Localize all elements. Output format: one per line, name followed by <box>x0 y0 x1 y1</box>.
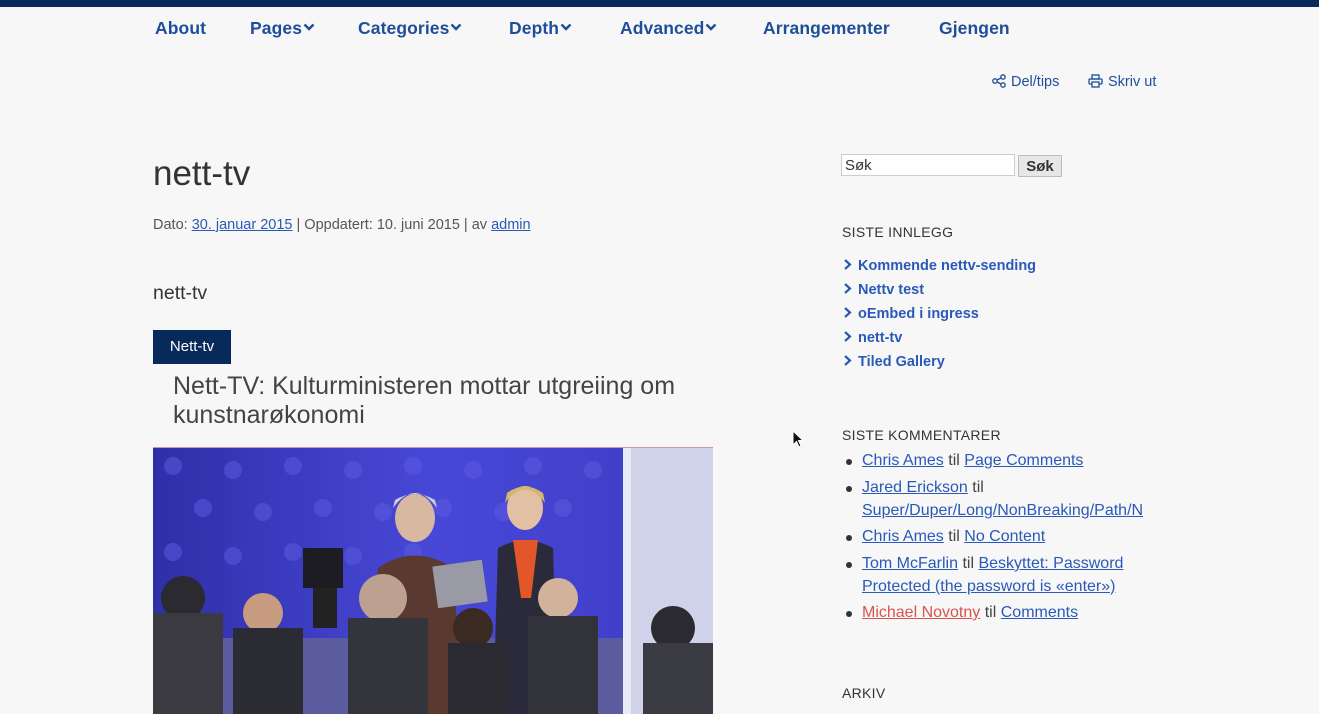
chevron-right-icon <box>843 258 853 274</box>
bullet <box>846 535 852 541</box>
video-still-image <box>153 448 713 714</box>
recent-posts-title: SISTE INNLEGG <box>842 224 954 240</box>
category-badge[interactable]: Nett-tv <box>153 330 231 364</box>
comment-post-link[interactable]: Comments <box>1001 604 1078 621</box>
comment-author-link[interactable]: Chris Ames <box>862 528 944 545</box>
recent-post-link[interactable]: Tiled Gallery <box>843 354 945 370</box>
chevron-down-icon <box>705 21 717 33</box>
chevron-right-icon <box>843 282 853 298</box>
nav-gjengen[interactable]: Gjengen <box>939 18 1010 39</box>
comment-post-link[interactable]: No Content <box>964 528 1045 545</box>
updated-text: | Oppdatert: 10. juni 2015 | av <box>296 217 488 233</box>
recent-post-label: nett-tv <box>858 330 903 346</box>
comment-post-link-cont[interactable]: Protected (the password is «enter») <box>862 578 1115 595</box>
recent-post-label: Nettv test <box>858 282 925 298</box>
chevron-right-icon <box>843 330 853 346</box>
bullet <box>846 459 852 465</box>
nav-label: Depth <box>509 18 560 38</box>
comment-connector: til <box>972 479 984 496</box>
print-label: Skriv ut <box>1108 74 1157 90</box>
recent-post-link[interactable]: oEmbed i ingress <box>843 306 979 322</box>
author-link[interactable]: admin <box>491 217 531 233</box>
chevron-down-icon <box>560 21 572 33</box>
bullet <box>846 611 852 617</box>
bullet <box>846 486 852 492</box>
recent-post-link[interactable]: nett-tv <box>843 330 902 346</box>
nav-label: Pages <box>250 18 303 38</box>
post-meta: Dato: 30. januar 2015 | Oppdatert: 10. j… <box>153 217 531 233</box>
chevron-down-icon <box>450 21 462 33</box>
mouse-cursor-icon <box>792 430 805 448</box>
nav-label: Gjengen <box>939 18 1010 38</box>
top-accent-bar <box>0 0 1319 7</box>
recent-post-label: Kommende nettv-sending <box>858 258 1037 274</box>
nav-about[interactable]: About <box>155 18 206 39</box>
search-input[interactable] <box>841 154 1015 176</box>
comment-connector: til <box>984 604 997 621</box>
recent-post-label: Tiled Gallery <box>858 354 945 370</box>
share-link[interactable]: Del/tips <box>992 74 1059 90</box>
share-label: Del/tips <box>1011 74 1060 90</box>
comment-connector: til <box>948 528 960 545</box>
comment-author-link[interactable]: Tom McFarlin <box>862 555 958 572</box>
nav-label: Advanced <box>620 18 705 38</box>
nav-pages[interactable]: Pages <box>250 18 315 39</box>
nav-label: About <box>155 18 207 38</box>
bullet <box>846 562 852 568</box>
recent-post-link[interactable]: Kommende nettv-sending <box>843 258 1036 274</box>
nav-depth[interactable]: Depth <box>509 18 572 39</box>
video-title: Nett-TV: Kulturministeren mottar utgreii… <box>173 372 676 429</box>
recent-post-label: oEmbed i ingress <box>858 306 979 322</box>
search-button[interactable]: Søk <box>1018 155 1062 177</box>
archive-title: ARKIV <box>842 685 886 701</box>
date-link[interactable]: 30. januar 2015 <box>192 217 293 233</box>
nav-label: Arrangementer <box>763 18 890 38</box>
chevron-right-icon <box>843 354 853 370</box>
recent-post-link[interactable]: Nettv test <box>843 282 924 298</box>
recent-comments-title: SISTE KOMMENTARER <box>842 427 1001 443</box>
nav-label: Categories <box>358 18 450 38</box>
nav-arrangementer[interactable]: Arrangementer <box>763 18 890 39</box>
chevron-right-icon <box>843 306 853 322</box>
share-icon <box>992 74 1006 88</box>
comment-post-link[interactable]: Page Comments <box>964 452 1083 469</box>
printer-icon <box>1088 74 1103 88</box>
comment-connector: til <box>948 452 960 469</box>
comment-post-link[interactable]: Beskyttet: Password <box>978 555 1123 572</box>
comment-author-link[interactable]: Chris Ames <box>862 452 944 469</box>
print-link[interactable]: Skriv ut <box>1088 74 1156 90</box>
chevron-down-icon <box>303 21 315 33</box>
comment-author-link[interactable]: Jared Erickson <box>862 479 968 496</box>
comment-post-link[interactable]: Super/Duper/Long/NonBreaking/Path/N <box>862 502 1143 519</box>
nav-categories[interactable]: Categories <box>358 18 462 39</box>
post-subtitle: nett-tv <box>153 282 208 304</box>
date-prefix: Dato: <box>153 217 188 233</box>
recent-comments-list: Chris Ames til Page Comments Jared Erick… <box>842 448 1158 638</box>
comment-connector: til <box>962 555 975 572</box>
page-title: nett-tv <box>153 154 251 193</box>
video-player[interactable] <box>153 448 713 714</box>
comment-author-link[interactable]: Michael Novotny <box>862 604 980 621</box>
nav-advanced[interactable]: Advanced <box>620 18 717 39</box>
